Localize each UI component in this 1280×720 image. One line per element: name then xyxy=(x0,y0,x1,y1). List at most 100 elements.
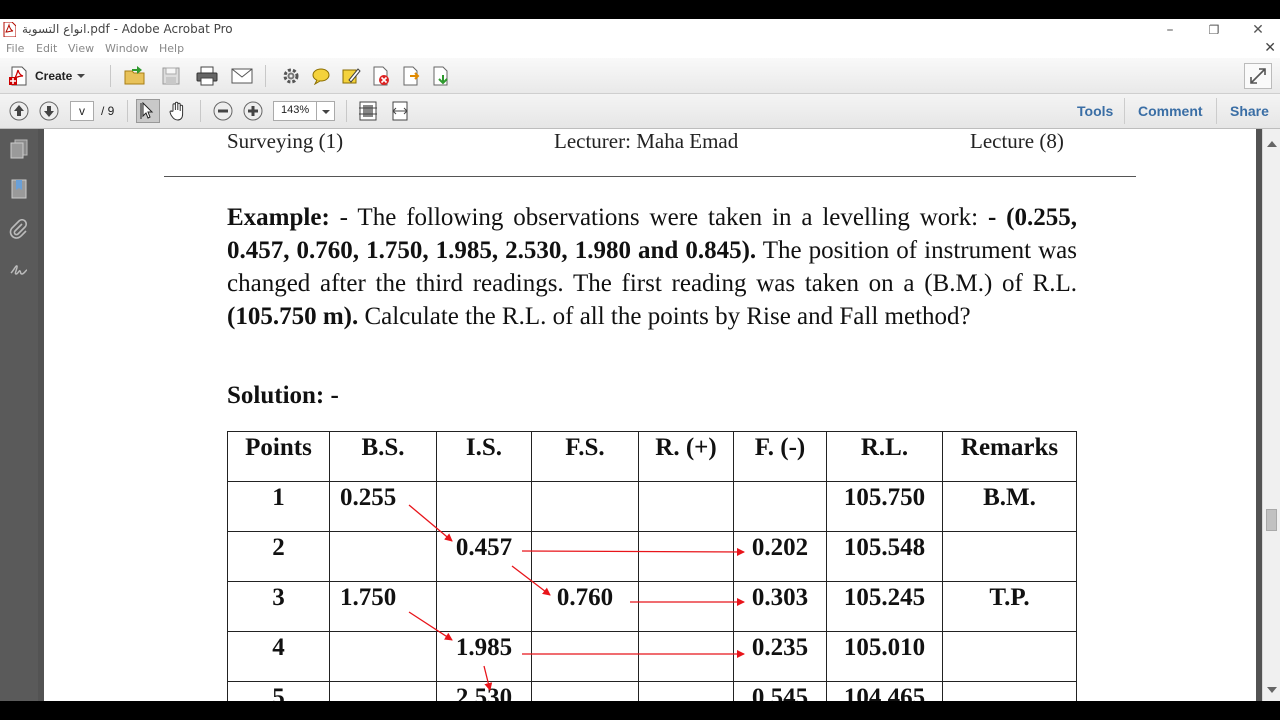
fullscreen-button[interactable] xyxy=(1244,63,1272,89)
table-cell: 0.255 xyxy=(329,481,437,532)
table-cell: 0.457 xyxy=(436,531,532,582)
chevron-down-icon xyxy=(77,74,86,78)
scroll-thumb[interactable] xyxy=(1266,509,1277,531)
fit-page-button[interactable] xyxy=(356,99,380,123)
toolbar-separator xyxy=(127,100,128,122)
scroll-up-arrow-icon[interactable] xyxy=(1267,141,1277,147)
settings-button[interactable] xyxy=(278,64,304,88)
previous-page-button[interactable] xyxy=(8,100,30,122)
table-cell xyxy=(329,681,437,701)
table-cell: 0.235 xyxy=(733,631,827,682)
chevron-down-icon[interactable] xyxy=(316,102,334,120)
table-cell: 105.548 xyxy=(826,531,943,582)
tab-comment[interactable]: Comment xyxy=(1138,103,1203,119)
menu-bar: File Edit View Window Help ✕ xyxy=(0,40,1280,58)
minimize-button[interactable]: – xyxy=(1148,20,1192,40)
attachments-icon[interactable] xyxy=(9,219,29,239)
menu-help[interactable]: Help xyxy=(159,42,184,55)
create-button[interactable]: Create xyxy=(8,64,86,88)
cell-remarks: T.P. xyxy=(989,584,1030,611)
cell-fall: 0.303 xyxy=(751,584,809,611)
cell-is: 2.530 xyxy=(455,684,513,701)
cell-remarks: B.M. xyxy=(983,484,1036,511)
signatures-icon[interactable] xyxy=(9,259,29,279)
save-button[interactable] xyxy=(158,64,184,88)
zoom-out-button[interactable] xyxy=(212,100,234,122)
vertical-scrollbar[interactable] xyxy=(1262,129,1280,701)
table-cell xyxy=(638,681,734,701)
page-number-input[interactable]: v xyxy=(70,101,94,121)
table-header-row: Points B.S. I.S. F.S. R. (+) F. (-) R.L.… xyxy=(227,431,1077,482)
header-lecture: Lecture (8) xyxy=(970,129,1064,153)
cell-rl: 105.245 xyxy=(843,584,926,611)
minus-circle-icon xyxy=(213,101,233,121)
restore-button[interactable]: ❐ xyxy=(1192,20,1236,40)
cell-points: 2 xyxy=(272,534,285,561)
header-remarks: Remarks xyxy=(960,434,1059,461)
cell-is xyxy=(437,582,531,584)
cell-rl: 104.465 xyxy=(843,684,926,701)
scroll-down-arrow-icon[interactable] xyxy=(1267,687,1277,693)
extract-page-button[interactable] xyxy=(398,64,424,88)
cell-points: 1 xyxy=(272,484,285,511)
table-cell: 104.465 xyxy=(826,681,943,701)
cell-fall: 0.235 xyxy=(751,634,809,661)
page-thumbnails-icon[interactable] xyxy=(9,139,29,159)
table-row: 1 0.255 105.750 B.M. xyxy=(227,481,1077,532)
delete-page-icon xyxy=(373,66,389,86)
highlight-button[interactable] xyxy=(338,64,364,88)
header-fall: F. (-) xyxy=(754,434,806,461)
tab-share[interactable]: Share xyxy=(1230,103,1269,119)
plus-circle-icon xyxy=(243,101,263,121)
select-tool-button[interactable] xyxy=(136,99,160,123)
hand-tool-button[interactable] xyxy=(166,99,190,123)
comment-button[interactable] xyxy=(308,64,334,88)
cell-rise xyxy=(639,482,733,484)
menu-view[interactable]: View xyxy=(68,42,94,55)
cell-points: 4 xyxy=(272,634,285,661)
table-cell xyxy=(638,631,734,682)
cell-rl: 105.010 xyxy=(843,634,926,661)
table-cell xyxy=(329,531,437,582)
table-header-cell: R.L. xyxy=(826,431,943,482)
next-page-button[interactable] xyxy=(38,100,60,122)
document-viewport[interactable]: Surveying (1) Lecturer: Maha Emad Lectur… xyxy=(38,129,1262,701)
table-cell xyxy=(531,531,639,582)
zoom-select[interactable]: 143% xyxy=(273,101,335,121)
menu-file[interactable]: File xyxy=(6,42,24,55)
example-paragraph: Example: - The following observations we… xyxy=(227,201,1077,333)
cell-points: 3 xyxy=(272,584,285,611)
bookmarks-icon[interactable] xyxy=(9,179,29,199)
print-button[interactable] xyxy=(194,64,220,88)
cell-is: 0.457 xyxy=(455,534,513,561)
table-header-cell: F. (-) xyxy=(733,431,827,482)
close-window-button[interactable]: ✕ xyxy=(1236,20,1280,40)
cell-rise xyxy=(639,532,733,534)
table-cell: 0.303 xyxy=(733,581,827,632)
fit-width-button[interactable] xyxy=(388,99,412,123)
table-header-cell: Remarks xyxy=(942,431,1077,482)
insert-page-button[interactable] xyxy=(428,64,454,88)
cell-remarks xyxy=(943,532,1076,534)
menu-window[interactable]: Window xyxy=(105,42,148,55)
cell-fs: 0.760 xyxy=(556,584,614,611)
table-cell: 0.760 xyxy=(531,581,639,632)
close-document-button[interactable]: ✕ xyxy=(1264,40,1276,56)
cell-bs: 0.255 xyxy=(340,484,397,511)
cell-is: 1.985 xyxy=(455,634,513,661)
pdf-file-icon xyxy=(3,22,16,37)
delete-page-button[interactable] xyxy=(368,64,394,88)
fit-page-icon xyxy=(359,101,377,121)
header-points: Points xyxy=(245,434,312,461)
zoom-in-button[interactable] xyxy=(242,100,264,122)
table-cell: 105.750 xyxy=(826,481,943,532)
table-cell xyxy=(638,581,734,632)
table-row: 3 1.750 0.760 0.303 105.245 T.P. xyxy=(227,581,1077,632)
tab-tools[interactable]: Tools xyxy=(1077,103,1113,119)
toolbar-separator xyxy=(200,100,201,122)
cell-is xyxy=(437,482,531,484)
open-button[interactable] xyxy=(122,64,148,88)
menu-edit[interactable]: Edit xyxy=(36,42,57,55)
email-button[interactable] xyxy=(229,64,255,88)
table-cell xyxy=(638,481,734,532)
